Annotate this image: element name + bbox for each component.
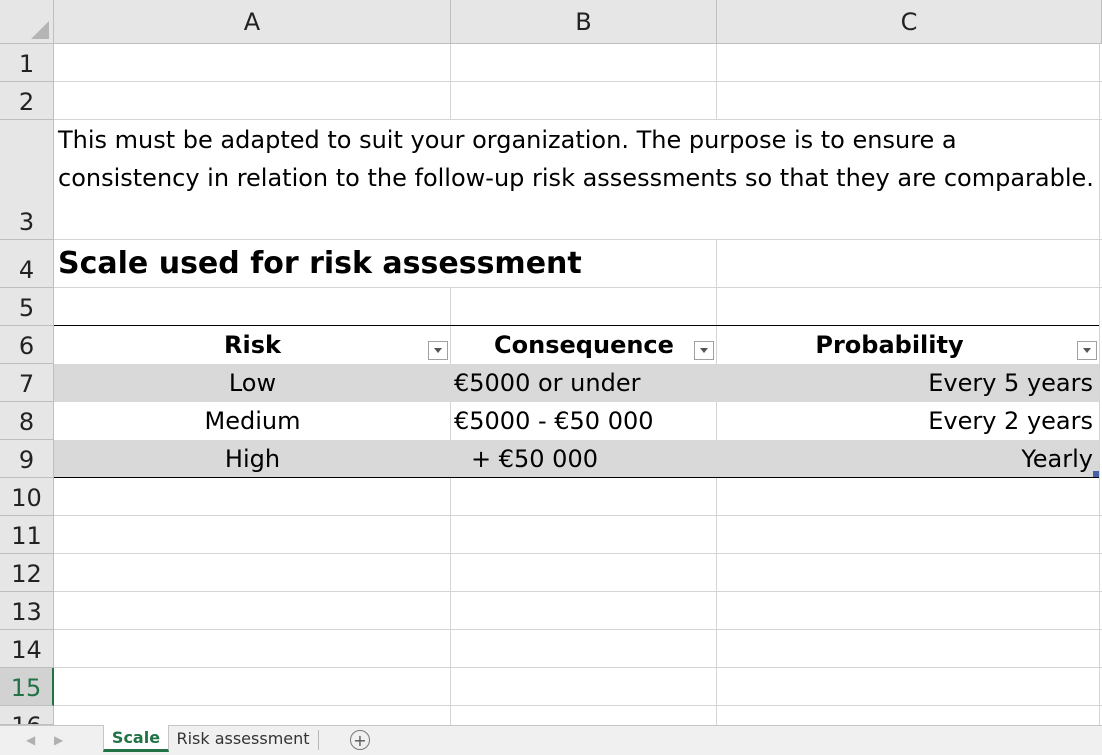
- gridline: [54, 81, 1102, 82]
- row-header-12[interactable]: 12: [0, 554, 54, 592]
- table-cell-risk[interactable]: High: [54, 440, 451, 478]
- row-header-13[interactable]: 13: [0, 592, 54, 630]
- table-cell-probability[interactable]: Every 2 years: [717, 402, 1099, 440]
- table-header-consequence[interactable]: Consequence: [451, 326, 717, 364]
- gridline: [716, 240, 717, 288]
- row-header-3[interactable]: 3: [0, 120, 54, 240]
- row-header-2[interactable]: 2: [0, 82, 54, 120]
- sheet-tab-scale[interactable]: Scale: [103, 725, 169, 752]
- column-header-b[interactable]: B: [451, 0, 717, 44]
- gridline: [1099, 44, 1100, 725]
- select-all-triangle-icon: [31, 21, 49, 39]
- table-cell-probability[interactable]: Every 5 years: [717, 364, 1099, 402]
- sheet-tab-risk-assessment[interactable]: Risk assessment: [172, 725, 314, 752]
- instruction-note[interactable]: This must be adapted to suit your organi…: [58, 121, 1098, 197]
- add-sheet-button[interactable]: +: [350, 730, 370, 750]
- table-resize-handle[interactable]: [1093, 471, 1099, 477]
- row-header-5[interactable]: 5: [0, 288, 54, 326]
- plus-circle-icon: +: [353, 730, 367, 750]
- table-cell-consequence[interactable]: €5000 - €50 000: [451, 402, 717, 440]
- chevron-down-icon: [1083, 348, 1091, 353]
- select-all-corner[interactable]: [0, 0, 54, 44]
- table-cell-risk[interactable]: Low: [54, 364, 451, 402]
- table-cell-consequence[interactable]: €5000 or under: [451, 364, 717, 402]
- row-header-8[interactable]: 8: [0, 402, 54, 440]
- chevron-left-icon[interactable]: ◀: [26, 733, 35, 747]
- row-header-4[interactable]: 4: [0, 240, 54, 288]
- table-header-risk[interactable]: Risk: [54, 326, 451, 364]
- gridline: [54, 287, 1102, 288]
- tab-separator: [318, 730, 319, 750]
- column-header-a[interactable]: A: [54, 0, 451, 44]
- gridline: [54, 553, 1102, 554]
- table-cell-probability[interactable]: Yearly: [717, 440, 1099, 478]
- filter-dropdown-icon[interactable]: [428, 341, 448, 360]
- gridline: [54, 667, 1102, 668]
- chevron-down-icon: [700, 348, 708, 353]
- gridline: [54, 119, 1102, 120]
- row-header-15[interactable]: 15: [0, 668, 54, 706]
- row-header-16[interactable]: 16: [0, 706, 54, 725]
- gridline: [54, 629, 1102, 630]
- row-header-11[interactable]: 11: [0, 516, 54, 554]
- column-header-c[interactable]: C: [717, 0, 1102, 44]
- chevron-down-icon: [434, 348, 442, 353]
- scale-heading[interactable]: Scale used for risk assessment: [58, 246, 582, 281]
- filter-dropdown-icon[interactable]: [694, 341, 714, 360]
- table-header-probability[interactable]: Probability: [717, 326, 1062, 364]
- row-header-9[interactable]: 9: [0, 440, 54, 478]
- row-header-14[interactable]: 14: [0, 630, 54, 668]
- gridline: [716, 44, 717, 120]
- row-header-1[interactable]: 1: [0, 44, 54, 82]
- gridline: [54, 239, 1102, 240]
- gridline: [450, 44, 451, 120]
- gridline: [54, 591, 1102, 592]
- table-cell-consequence[interactable]: + €50 000: [451, 440, 717, 478]
- row-header-6[interactable]: 6: [0, 326, 54, 364]
- table-cell-risk[interactable]: Medium: [54, 402, 451, 440]
- row-header-7[interactable]: 7: [0, 364, 54, 402]
- gridline: [54, 515, 1102, 516]
- filter-dropdown-icon[interactable]: [1077, 341, 1097, 360]
- gridline: [54, 705, 1102, 706]
- chevron-right-icon[interactable]: ▶: [54, 733, 63, 747]
- table-bottom-border: [54, 477, 1099, 478]
- row-header-10[interactable]: 10: [0, 478, 54, 516]
